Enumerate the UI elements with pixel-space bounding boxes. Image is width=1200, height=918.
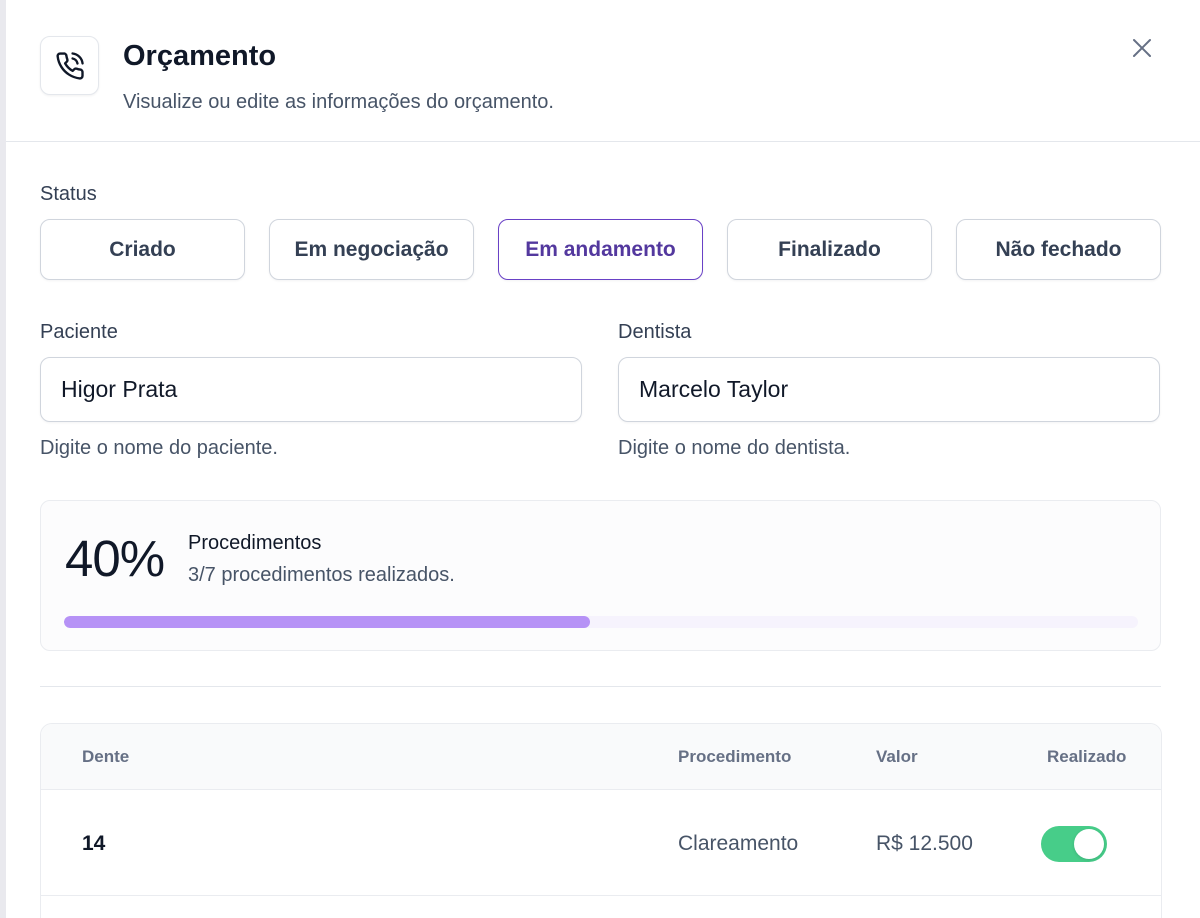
status-label: Status: [40, 183, 97, 205]
page-title: Orçamento: [123, 40, 277, 72]
cell-dente: 14: [82, 832, 106, 855]
progress-bar: [64, 616, 1138, 628]
dentista-label: Dentista: [618, 321, 692, 343]
toggle-knob: [1074, 829, 1104, 859]
cell-procedimento: Clareamento: [678, 832, 799, 855]
page-subtitle: Visualize ou edite as informações do orç…: [123, 91, 554, 113]
table-row: 14 Clareamento R$ 12.500: [41, 790, 1161, 896]
status-option-finalizado[interactable]: Finalizado: [727, 219, 932, 280]
budget-panel: Orçamento Visualize ou edite as informaç…: [6, 0, 1200, 918]
status-option-nao-fechado[interactable]: Não fechado: [956, 219, 1161, 280]
panel-header: Orçamento Visualize ou edite as informaç…: [6, 0, 1200, 142]
column-header-realizado: Realizado: [1047, 747, 1127, 766]
paciente-hint: Digite o nome do paciente.: [40, 437, 278, 459]
status-option-em-negociacao[interactable]: Em negociação: [269, 219, 474, 280]
column-header-valor: Valor: [876, 747, 918, 766]
phone-call-icon: [40, 36, 99, 95]
column-header-procedimento: Procedimento: [678, 747, 792, 766]
paciente-input[interactable]: [40, 357, 582, 422]
status-option-em-andamento[interactable]: Em andamento: [498, 219, 703, 280]
close-icon: [1133, 39, 1151, 57]
procedures-progress-card: 40% Procedimentos 3/7 procedimentos real…: [40, 500, 1161, 651]
procedures-table: Dente Procedimento Valor Realizado 14 Cl…: [40, 723, 1162, 918]
progress-title: Procedimentos: [188, 532, 322, 554]
dentista-hint: Digite o nome do dentista.: [618, 437, 851, 459]
progress-subtitle: 3/7 procedimentos realizados.: [188, 564, 455, 586]
cell-valor: R$ 12.500: [876, 832, 973, 855]
column-header-dente: Dente: [82, 747, 130, 766]
dentista-input[interactable]: [618, 357, 1160, 422]
section-divider: [40, 686, 1161, 687]
status-option-criado[interactable]: Criado: [40, 219, 245, 280]
progress-bar-fill: [64, 616, 591, 628]
realizado-toggle[interactable]: [1041, 826, 1107, 862]
close-button[interactable]: [1128, 34, 1156, 62]
paciente-label: Paciente: [40, 321, 118, 343]
table-header: Dente Procedimento Valor Realizado: [41, 724, 1161, 790]
progress-percent: 40%: [65, 530, 165, 587]
